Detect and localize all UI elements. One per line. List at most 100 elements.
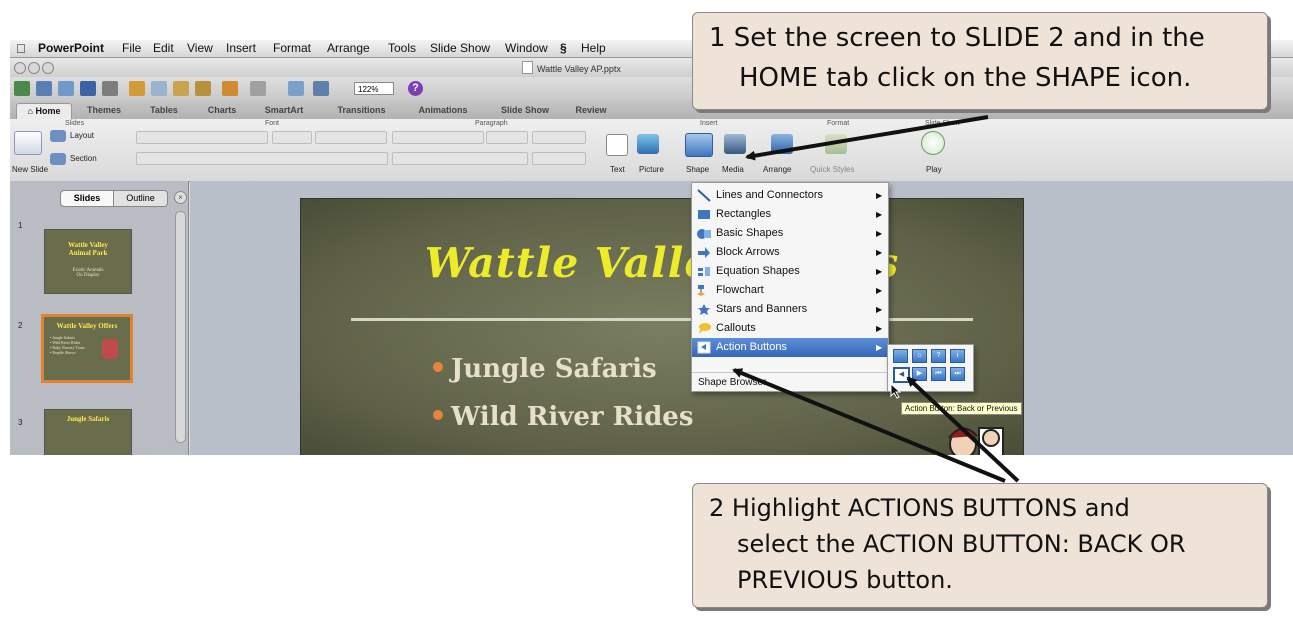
tab-review[interactable]: Review <box>566 103 616 118</box>
menu-view[interactable]: View <box>187 41 213 55</box>
arrange-button[interactable]: Arrange <box>763 165 791 174</box>
script-menu-icon[interactable]: § <box>560 41 567 55</box>
tab-charts[interactable]: Charts <box>198 103 246 118</box>
slide-thumbnail-1[interactable]: Wattle Valley Animal Park Exotic Animals… <box>44 229 132 294</box>
action-button-custom-icon[interactable] <box>893 349 908 363</box>
section-icon[interactable] <box>50 153 66 165</box>
menu-edit[interactable]: Edit <box>153 41 174 55</box>
font-format-buttons[interactable] <box>136 152 388 165</box>
help-icon[interactable]: ? <box>408 81 423 96</box>
section-button[interactable]: Section <box>70 154 97 163</box>
menu-item-flowchart[interactable]: Flowchart ▶ <box>692 281 888 300</box>
shape-icon[interactable] <box>685 133 713 157</box>
new-slide-icon[interactable] <box>14 131 42 155</box>
action-button-help-icon[interactable]: ? <box>931 349 946 363</box>
cartoon-clipart[interactable] <box>941 414 1011 455</box>
undo-icon[interactable] <box>222 81 238 96</box>
format-painter-icon[interactable] <box>195 81 211 96</box>
layout-icon[interactable] <box>50 130 66 142</box>
menu-item-callouts[interactable]: Callouts ▶ <box>692 319 888 338</box>
tab-animations[interactable]: Animations <box>406 103 480 118</box>
text-box-icon[interactable] <box>606 134 628 156</box>
menu-item-equation-shapes[interactable]: Equation Shapes ▶ <box>692 262 888 281</box>
slide-thumbnail-2[interactable]: Wattle Valley Offers • Jungle Safaris • … <box>41 314 133 383</box>
columns-buttons[interactable] <box>532 131 586 144</box>
cut-icon[interactable] <box>129 81 145 96</box>
menu-item-stars-and-banners[interactable]: Stars and Banners ▶ <box>692 300 888 319</box>
font-name-select[interactable] <box>136 131 268 144</box>
gallery-icon[interactable] <box>36 81 52 96</box>
tab-smartart[interactable]: SmartArt <box>255 103 313 118</box>
quick-styles-icon[interactable] <box>825 134 847 154</box>
apple-icon[interactable]:  <box>16 41 26 56</box>
copy-icon[interactable] <box>151 81 167 96</box>
close-pane-icon[interactable]: × <box>174 191 187 204</box>
quick-styles-button[interactable]: Quick Styles <box>810 165 854 174</box>
close-window-icon[interactable] <box>14 62 26 74</box>
action-button-back-icon[interactable]: ◀ <box>893 367 910 383</box>
arrange-icon[interactable] <box>771 134 793 154</box>
minimize-window-icon[interactable] <box>28 62 40 74</box>
action-button-information-icon[interactable]: i <box>950 349 965 363</box>
action-button-end-icon[interactable]: ⏭ <box>950 367 965 381</box>
menu-arrange[interactable]: Arrange <box>327 41 370 55</box>
slide-bullet[interactable]: Jungle Safaris <box>433 354 657 384</box>
menu-format[interactable]: Format <box>273 41 311 55</box>
new-slide-button[interactable]: New Slide <box>12 165 48 174</box>
menu-item-action-buttons[interactable]: Action Buttons ▶ <box>692 338 888 357</box>
tab-transitions[interactable]: Transitions <box>324 103 399 118</box>
tab-themes[interactable]: Themes <box>76 103 132 118</box>
print-icon[interactable] <box>102 81 118 96</box>
menu-item-shape-browser[interactable]: Shape Browser... <box>692 374 888 391</box>
bullet-text: Jungle Safaris <box>451 354 657 384</box>
action-button-forward-icon[interactable]: ▶ <box>912 367 927 381</box>
media-icon[interactable] <box>724 134 746 154</box>
insert-picture-button[interactable]: Picture <box>639 165 664 174</box>
indent-buttons[interactable] <box>486 131 528 144</box>
menu-window[interactable]: Window <box>505 41 548 55</box>
save-icon[interactable] <box>80 81 96 96</box>
list-buttons[interactable] <box>392 131 484 144</box>
font-size-select[interactable] <box>272 131 312 144</box>
menu-app-name[interactable]: PowerPoint <box>38 41 104 55</box>
slides-pane-scrollbar[interactable] <box>175 211 186 443</box>
zoom-select[interactable]: 122% <box>354 82 394 95</box>
menu-slide-show[interactable]: Slide Show <box>430 41 490 55</box>
picture-icon[interactable] <box>637 134 659 154</box>
menu-insert[interactable]: Insert <box>226 41 256 55</box>
paste-icon[interactable] <box>173 81 189 96</box>
play-icon[interactable] <box>921 131 945 155</box>
zoom-window-icon[interactable] <box>42 62 54 74</box>
menu-item-rectangles[interactable]: Rectangles ▶ <box>692 205 888 224</box>
tab-slides[interactable]: Slides <box>61 191 114 206</box>
layout-button[interactable]: Layout <box>70 131 94 140</box>
new-presentation-icon[interactable] <box>14 81 30 96</box>
menu-item-lines-and-connectors[interactable]: Lines and Connectors ▶ <box>692 186 888 205</box>
text-direction-buttons[interactable] <box>532 152 586 165</box>
tab-outline[interactable]: Outline <box>114 191 167 206</box>
alignment-buttons[interactable] <box>392 152 528 165</box>
slide-thumbnail-3[interactable]: Jungle Safaris <box>44 409 132 455</box>
play-button[interactable]: Play <box>926 165 942 174</box>
action-button-beginning-icon[interactable]: ⏮ <box>931 367 946 381</box>
redo-icon[interactable] <box>250 81 266 96</box>
tab-tables[interactable]: Tables <box>140 103 188 118</box>
menu-item-block-arrows[interactable]: Block Arrows ▶ <box>692 243 888 262</box>
insert-media-button[interactable]: Media <box>722 165 744 174</box>
action-button-home-icon[interactable]: ⌂ <box>912 349 927 363</box>
open-icon[interactable] <box>58 81 74 96</box>
menu-file[interactable]: File <box>122 41 141 55</box>
menu-tools[interactable]: Tools <box>388 41 416 55</box>
tab-home[interactable]: ⌂ Home <box>16 103 72 119</box>
slide-bullet[interactable]: Wild River Rides <box>433 402 693 432</box>
font-size-buttons[interactable] <box>315 131 387 144</box>
media-browser-icon[interactable] <box>313 81 329 96</box>
insert-shape-button[interactable]: Shape <box>686 165 709 174</box>
tab-slide-show[interactable]: Slide Show <box>490 103 560 118</box>
menu-item-basic-shapes[interactable]: Basic Shapes ▶ <box>692 224 888 243</box>
insert-table-icon[interactable] <box>288 81 304 96</box>
slide-title[interactable]: Wattle Valley Offers <box>301 239 1023 287</box>
current-slide[interactable]: Wattle Valley Offers Jungle Safaris Wild… <box>300 198 1024 455</box>
menu-help[interactable]: Help <box>581 41 606 55</box>
insert-text-button[interactable]: Text <box>610 165 625 174</box>
